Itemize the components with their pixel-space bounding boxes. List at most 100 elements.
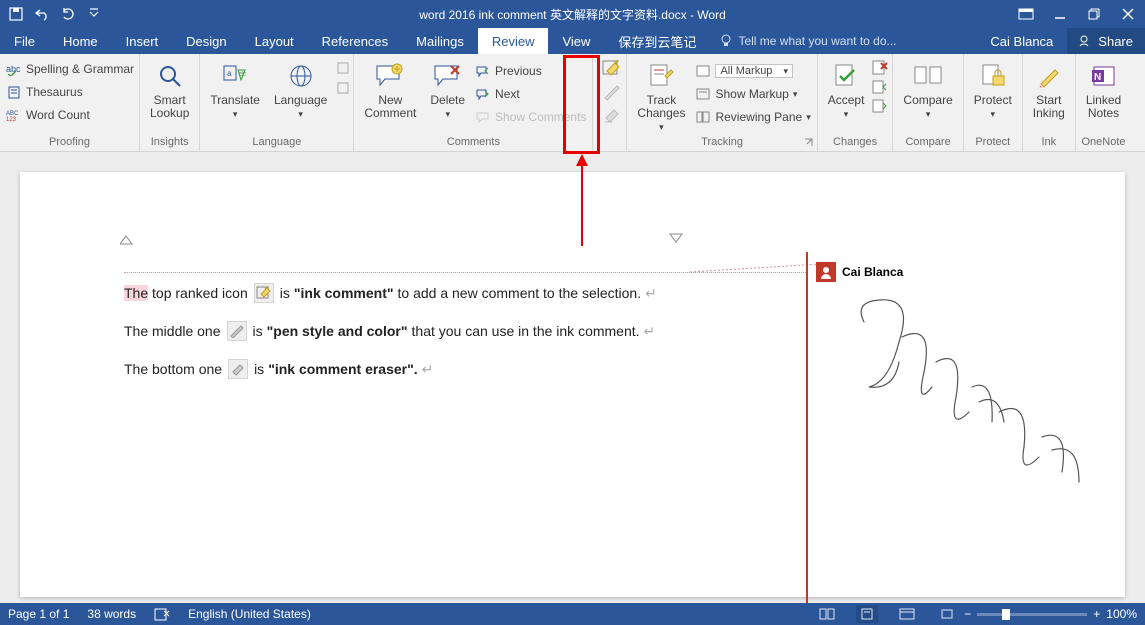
- reject-icon[interactable]: [872, 60, 888, 76]
- show-comments-icon: [475, 109, 491, 125]
- group-label-tracking: Tracking: [631, 134, 812, 151]
- ink-handwriting: [844, 292, 1104, 522]
- group-label-comments: Comments: [358, 134, 588, 151]
- previous-comment-button[interactable]: Previous: [473, 60, 588, 82]
- share-button[interactable]: Share: [1067, 28, 1145, 54]
- tab-file[interactable]: File: [0, 28, 49, 54]
- tab-mailings[interactable]: Mailings: [402, 28, 478, 54]
- tab-references[interactable]: References: [308, 28, 402, 54]
- track-changes-button[interactable]: Track Changes▾: [631, 58, 691, 133]
- pen-style-icon: [601, 82, 623, 102]
- status-words[interactable]: 38 words: [87, 607, 136, 621]
- language-small-icon-1[interactable]: [335, 60, 351, 76]
- user-area: Cai Blanca Share: [976, 28, 1145, 54]
- zoom-thumb[interactable]: [1002, 609, 1010, 620]
- language-icon: [285, 60, 317, 92]
- accept-icon: [830, 60, 862, 92]
- zoom-fit-icon[interactable]: [936, 605, 958, 623]
- group-label-ink: [597, 134, 622, 151]
- zoom-level[interactable]: 100%: [1106, 607, 1137, 621]
- undo-icon[interactable]: [34, 6, 50, 22]
- account-name[interactable]: Cai Blanca: [976, 34, 1067, 49]
- compare-button[interactable]: Compare▾: [897, 58, 958, 120]
- tab-cloud-notes[interactable]: 保存到云笔记: [604, 28, 710, 54]
- tab-review[interactable]: Review: [478, 28, 549, 54]
- restore-icon[interactable]: [1077, 0, 1111, 28]
- next-comment-button[interactable]: Next: [473, 83, 588, 105]
- next-icon: [475, 86, 491, 102]
- language-small-icon-2[interactable]: [335, 80, 351, 96]
- group-label-compare: Compare: [897, 134, 958, 151]
- zoom-out-button[interactable]: −: [964, 607, 971, 621]
- reviewing-pane-button[interactable]: Reviewing Pane▾: [693, 106, 812, 128]
- minimize-icon[interactable]: [1043, 0, 1077, 28]
- status-page[interactable]: Page 1 of 1: [8, 607, 69, 621]
- status-language[interactable]: English (United States): [188, 607, 311, 621]
- tab-layout[interactable]: Layout: [241, 28, 308, 54]
- group-protect: Protect▾ Protect: [964, 54, 1023, 151]
- smart-lookup-button[interactable]: Smart Lookup: [144, 58, 195, 120]
- tell-me-search[interactable]: Tell me what you want to do...: [710, 28, 906, 54]
- comment-pane-divider: [806, 252, 808, 603]
- qat-customize-icon[interactable]: [86, 6, 102, 22]
- zoom-track[interactable]: [977, 613, 1087, 616]
- group-tracking: Track Changes▾ All Markup▾ Show Markup▾ …: [627, 54, 817, 151]
- redo-icon[interactable]: [60, 6, 76, 22]
- read-mode-icon[interactable]: [816, 605, 838, 623]
- close-icon[interactable]: [1111, 0, 1145, 28]
- language-button[interactable]: Language▾: [268, 58, 333, 120]
- zoom-slider[interactable]: − + 100%: [936, 605, 1137, 623]
- next-change-icon[interactable]: [872, 98, 888, 114]
- group-label-inking: Ink: [1027, 134, 1071, 151]
- tab-insert[interactable]: Insert: [112, 28, 173, 54]
- group-changes: Accept▾ Changes: [818, 54, 894, 151]
- comment-header[interactable]: Cai Blanca: [816, 262, 903, 282]
- group-label-onenote: OneNote: [1080, 134, 1127, 151]
- start-inking-button[interactable]: Start Inking: [1027, 58, 1071, 120]
- accept-button[interactable]: Accept▾: [822, 58, 871, 120]
- inline-pen-style-icon: [227, 321, 247, 341]
- word-count-button[interactable]: ABC123Word Count: [4, 104, 136, 126]
- translate-button[interactable]: a字 Translate▾: [204, 58, 266, 120]
- previous-change-icon[interactable]: [872, 79, 888, 95]
- doc-line-3[interactable]: The bottom one is "ink comment eraser".↵: [124, 350, 657, 388]
- web-layout-icon[interactable]: [896, 605, 918, 623]
- spelling-grammar-button[interactable]: abcSpelling & Grammar: [4, 58, 136, 80]
- ribbon: abcSpelling & Grammar Thesaurus ABC123Wo…: [0, 54, 1145, 152]
- ribbon-tabs: File Home Insert Design Layout Reference…: [0, 28, 1145, 54]
- onenote-icon: N: [1088, 60, 1120, 92]
- print-layout-icon[interactable]: [856, 605, 878, 623]
- document-page[interactable]: The top ranked icon is "ink comment" to …: [20, 172, 1125, 597]
- zoom-in-button[interactable]: +: [1093, 607, 1100, 621]
- new-comment-button[interactable]: New Comment: [358, 58, 422, 120]
- tab-design[interactable]: Design: [172, 28, 240, 54]
- comment-connector-slope: [690, 260, 820, 280]
- doc-line-2[interactable]: The middle one is "pen style and color" …: [124, 312, 657, 350]
- ribbon-options-icon[interactable]: [1009, 0, 1043, 28]
- delete-comment-button[interactable]: Delete▾: [424, 58, 471, 120]
- tab-view[interactable]: View: [548, 28, 604, 54]
- doc-line-1[interactable]: The top ranked icon is "ink comment" to …: [124, 274, 657, 312]
- protect-button[interactable]: Protect▾: [968, 58, 1018, 120]
- status-proof-icon[interactable]: [154, 607, 170, 621]
- ink-comment-icon[interactable]: [601, 59, 623, 79]
- group-insights: Smart Lookup Insights: [140, 54, 200, 151]
- previous-icon: [475, 63, 491, 79]
- group-proofing: abcSpelling & Grammar Thesaurus ABC123Wo…: [0, 54, 140, 151]
- group-language: a字 Translate▾ Language▾ Language: [200, 54, 354, 151]
- show-markup-button[interactable]: Show Markup▾: [693, 83, 812, 105]
- status-bar: Page 1 of 1 38 words English (United Sta…: [0, 603, 1145, 625]
- save-icon[interactable]: [8, 6, 24, 22]
- group-label-insights: Insights: [144, 134, 195, 151]
- linked-notes-button[interactable]: N Linked Notes: [1080, 58, 1127, 120]
- tell-me-placeholder: Tell me what you want to do...: [738, 34, 896, 48]
- tab-home[interactable]: Home: [49, 28, 112, 54]
- share-icon: [1079, 34, 1093, 48]
- display-for-review-dropdown[interactable]: All Markup▾: [693, 60, 812, 82]
- document-content[interactable]: The top ranked icon is "ink comment" to …: [124, 274, 657, 388]
- reviewing-pane-icon: [695, 109, 711, 125]
- title-bar: word 2016 ink comment 英文解释的文字资料.docx - W…: [0, 0, 1145, 28]
- tracking-dialog-launcher-icon[interactable]: [804, 138, 814, 148]
- thesaurus-button[interactable]: Thesaurus: [4, 81, 136, 103]
- svg-text:abc: abc: [6, 64, 21, 74]
